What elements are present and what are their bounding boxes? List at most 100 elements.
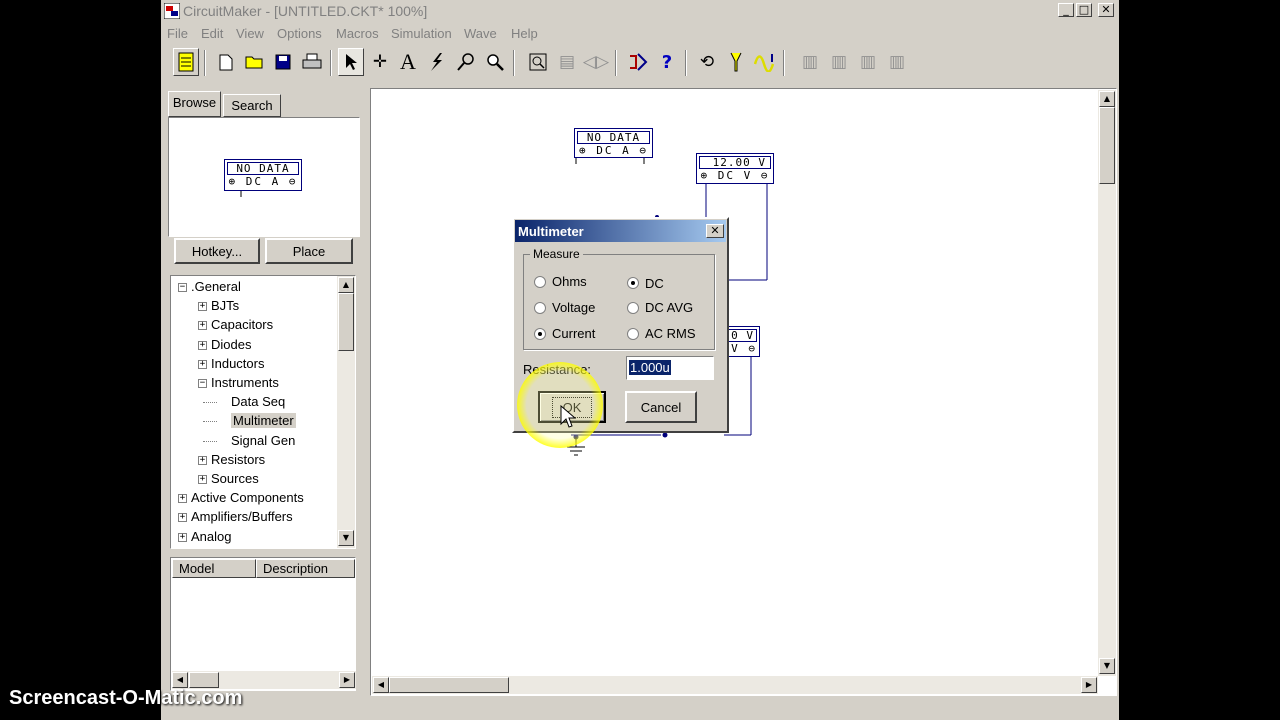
tree-item[interactable]: Capacitors (211, 317, 273, 332)
canvas-hscrollbar[interactable]: ◀ ▶ (372, 676, 1098, 694)
b1-icon[interactable]: ▥ (797, 48, 823, 76)
tree-expander-icon[interactable]: − (198, 379, 207, 388)
tree-item[interactable]: Sources (211, 471, 259, 486)
new-icon[interactable] (213, 48, 239, 76)
tree-expander-icon[interactable]: + (198, 321, 207, 331)
menu-edit[interactable]: Edit (201, 26, 223, 41)
run-icon[interactable] (723, 48, 749, 76)
resistance-input[interactable]: 1.000u (626, 356, 714, 380)
tree-expander-icon[interactable]: + (198, 455, 207, 465)
canvas-scroll-down-icon[interactable]: ▼ (1099, 658, 1115, 674)
meter-voltmeter[interactable]: 12.00 V ⊕ DC V ⊖ (696, 153, 774, 184)
column-description[interactable]: Description (256, 559, 355, 578)
radio-voltage[interactable] (534, 302, 546, 314)
wave-icon[interactable] (752, 48, 778, 76)
b3-icon[interactable]: ▥ (855, 48, 881, 76)
tree-item[interactable]: Signal Gen (231, 433, 295, 448)
scroll-right-icon[interactable]: ▶ (339, 672, 355, 688)
tab-search[interactable]: Search (223, 94, 281, 117)
tree-item[interactable]: Active Components (191, 490, 304, 505)
tree-item[interactable]: Amplifiers/Buffers (191, 509, 293, 524)
wire-icon[interactable]: ✛ (367, 48, 393, 76)
help-icon[interactable]: ? (654, 48, 680, 76)
scroll-left-icon[interactable]: ◀ (172, 672, 188, 688)
tree-item[interactable]: Data Seq (231, 394, 285, 409)
circuitmaker-app-icon (164, 3, 180, 19)
canvas-scroll-left-icon[interactable]: ◀ (373, 677, 389, 693)
tree-scrollbar[interactable]: ▲ ▼ (337, 276, 355, 548)
schematic-canvas[interactable]: NO DATA ⊕ DC A ⊖ 12.00 V ⊕ DC V ⊖ 0 V V … (370, 88, 1117, 696)
menu-simulation[interactable]: Simulation (391, 26, 452, 41)
canvas-vscrollbar[interactable]: ▲ ▼ (1098, 90, 1116, 676)
tree-expander-icon[interactable]: + (198, 475, 207, 484)
digital-sim-icon[interactable] (625, 48, 651, 76)
radio-dc-avg[interactable] (627, 302, 639, 314)
tree-item[interactable]: Multimeter (231, 413, 296, 429)
radio-dc[interactable] (627, 277, 639, 289)
canvas-vscroll-thumb[interactable] (1099, 107, 1115, 184)
menu-macros[interactable]: Macros (336, 26, 379, 41)
meter-ammeter[interactable]: NO DATA ⊕ DC A ⊖ (574, 128, 653, 158)
tree-expander-icon[interactable]: + (198, 340, 207, 350)
scroll-thumb[interactable] (338, 293, 354, 351)
tab-browse[interactable]: Browse (168, 91, 221, 117)
tree-connector (203, 440, 217, 442)
fit-icon[interactable] (525, 48, 551, 76)
open-icon[interactable] (242, 48, 268, 76)
menu-view[interactable]: View (236, 26, 264, 41)
maximize-button[interactable]: □ (1076, 3, 1092, 17)
magnify-icon[interactable] (482, 48, 508, 76)
tree-item[interactable]: Diodes (211, 337, 251, 352)
tree-expander-icon[interactable]: + (178, 532, 187, 542)
tree-item[interactable]: Analog (191, 529, 231, 544)
probe-icon[interactable] (424, 48, 450, 76)
dialog-title-bar[interactable]: Multimeter ✕ (515, 220, 726, 242)
menu-wave[interactable]: Wave (464, 26, 497, 41)
db-icon[interactable] (173, 48, 199, 76)
rotate-icon[interactable]: ⟲ (694, 48, 720, 76)
print-icon[interactable] (299, 48, 325, 76)
reset-icon[interactable]: ◁▷ (583, 48, 609, 76)
tree-item[interactable]: Instruments (211, 375, 279, 390)
canvas-hscroll-thumb[interactable] (389, 677, 509, 693)
radio-ac-rms[interactable] (627, 328, 639, 340)
radio-ohms[interactable] (534, 276, 546, 288)
place-button[interactable]: Place (265, 238, 353, 264)
save-icon[interactable] (270, 48, 296, 76)
tree-expander-icon[interactable]: + (198, 359, 207, 369)
canvas-scroll-up-icon[interactable]: ▲ (1099, 91, 1115, 107)
arrow-icon[interactable] (338, 48, 364, 76)
tree-item[interactable]: .General (191, 279, 241, 294)
tree-expander-icon[interactable]: − (178, 283, 187, 292)
dialog-close-button[interactable]: ✕ (706, 224, 724, 238)
tree-item[interactable]: Inductors (211, 356, 264, 371)
b4-icon[interactable]: ▥ (884, 48, 910, 76)
menu-help[interactable]: Help (511, 26, 538, 41)
tree-item[interactable]: Resistors (211, 452, 265, 467)
menu-options[interactable]: Options (277, 26, 322, 41)
tree-expander-icon[interactable]: + (198, 302, 207, 312)
zoom-tool-icon[interactable] (453, 48, 479, 76)
hotkey-button[interactable]: Hotkey... (174, 238, 260, 264)
b2-icon[interactable]: ▥ (826, 48, 852, 76)
column-model[interactable]: Model (172, 559, 256, 578)
tree-expander-icon[interactable]: + (178, 494, 187, 504)
cancel-button[interactable]: Cancel (625, 391, 697, 423)
library-tree: − .General + BJTs + Capacitors + Diodes + Inducto… (170, 275, 356, 549)
canvas-scroll-right-icon[interactable]: ▶ (1081, 677, 1097, 693)
title-bar[interactable]: CircuitMaker - [UNTITLED.CKT* 100%] _ □ … (161, 0, 1119, 22)
hscroll-thumb[interactable] (189, 672, 219, 688)
scroll-up-icon[interactable]: ▲ (338, 277, 354, 293)
radio-current[interactable] (534, 328, 546, 340)
minimize-button[interactable]: _ (1058, 3, 1074, 17)
label-ohms: Ohms (552, 274, 587, 289)
close-button[interactable]: ✕ (1098, 3, 1114, 17)
tree-item[interactable]: BJTs (211, 298, 239, 313)
menu-file[interactable]: File (167, 26, 188, 41)
label-dc: DC (645, 276, 664, 291)
text-icon[interactable]: A (395, 48, 421, 76)
scroll-down-icon[interactable]: ▼ (338, 530, 354, 546)
step-icon[interactable]: ▤ (554, 48, 580, 76)
tree-expander-icon[interactable]: + (178, 513, 187, 523)
menu-bar: File Edit View Options Macros Simulation… (161, 23, 1119, 43)
